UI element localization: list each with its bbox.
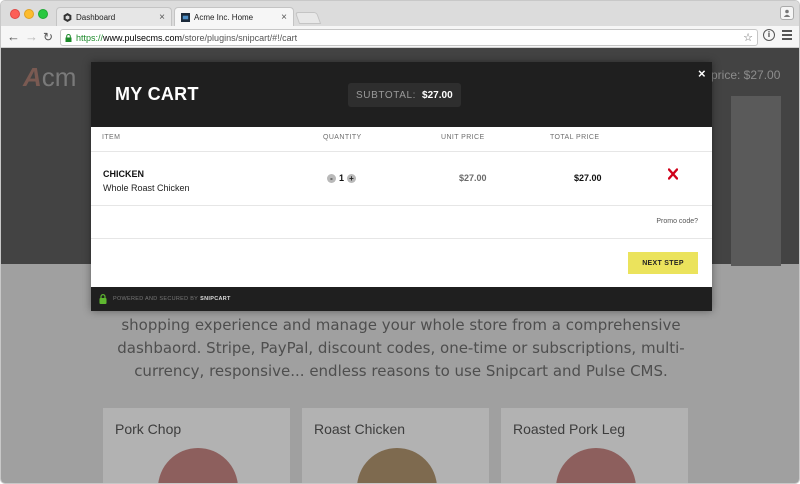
tab-acme-home[interactable]: Acme Inc. Home × (174, 7, 294, 26)
hero-price: price: $27.00 (711, 68, 781, 82)
tab-strip: Dashboard × Acme Inc. Home × (1, 1, 799, 26)
hexagon-icon (63, 12, 72, 22)
new-tab-button[interactable] (294, 12, 322, 24)
next-step-button[interactable]: NEXT STEP (628, 252, 698, 274)
menu-icon[interactable] (782, 30, 792, 42)
snipcart-brand[interactable]: SNIPCART (200, 296, 231, 302)
promo-code-link[interactable]: Promo code? (656, 218, 698, 225)
quantity-value: 1 (339, 173, 345, 183)
roast-chicken-image (357, 448, 437, 483)
column-header-total-price: TOTAL PRICE (550, 134, 600, 141)
reload-icon[interactable]: ↻ (43, 29, 53, 45)
decrease-quantity-button[interactable]: - (327, 173, 336, 183)
quantity-stepper: - 1 + (327, 173, 357, 183)
item-unit-price: $27.00 (459, 173, 487, 183)
item-name: CHICKEN (103, 169, 145, 179)
tab-close-icon[interactable]: × (281, 12, 287, 23)
product-name: Roasted Pork Leg (513, 421, 626, 437)
pork-chop-image (158, 448, 238, 483)
item-description: Whole Roast Chicken (103, 183, 190, 193)
url-path: /store/plugins/snipcart/#!/cart (182, 32, 298, 43)
tab-title: Dashboard (76, 12, 116, 22)
user-icon[interactable] (780, 6, 794, 20)
forward-icon[interactable]: → (25, 29, 38, 45)
item-total-price: $27.00 (574, 173, 602, 183)
column-header-unit-price: UNIT PRICE (441, 134, 485, 141)
store-description: shopping experience and manage your whol… (117, 316, 685, 380)
divider (91, 151, 712, 152)
remove-item-icon[interactable] (668, 168, 678, 180)
url-host: www.pulsecms.com (103, 32, 183, 43)
maximize-window-button[interactable] (38, 9, 48, 19)
divider (91, 205, 712, 206)
cart-title: MY CART (115, 84, 199, 104)
product-card[interactable]: Pork Chop (103, 408, 290, 483)
browser-window: Dashboard × Acme Inc. Home × ← → ↻ https… (0, 0, 800, 484)
close-window-button[interactable] (10, 9, 20, 19)
cart-header: MY CART SUBTOTAL: $27.00 × (91, 62, 712, 127)
url-scheme: https:// (76, 32, 104, 43)
divider (91, 238, 712, 239)
product-name: Roast Chicken (314, 421, 406, 437)
product-name: Pork Chop (115, 421, 182, 437)
column-header-item: ITEM (102, 134, 121, 141)
close-icon[interactable]: × (698, 66, 706, 81)
product-card[interactable]: Roast Chicken (302, 408, 489, 483)
tab-title: Acme Inc. Home (194, 12, 254, 22)
back-icon[interactable]: ← (7, 29, 20, 45)
site-logo[interactable]: Acm (23, 62, 76, 93)
powered-by-text: POWERED AND SECURED BY (113, 296, 199, 302)
increase-quantity-button[interactable]: + (347, 173, 357, 183)
minimize-window-button[interactable] (24, 9, 34, 19)
column-header-quantity: QUANTITY (323, 134, 362, 141)
secure-lock-icon (99, 294, 107, 304)
star-icon[interactable]: ☆ (743, 31, 753, 44)
hero-sidebar-panel (731, 96, 781, 266)
browser-toolbar: ← → ↻ https://www.pulsecms.com/store/plu… (1, 26, 799, 48)
site-favicon-icon (181, 12, 190, 22)
address-bar[interactable]: https://www.pulsecms.com/store/plugins/s… (60, 29, 758, 46)
logo-letter: A (23, 62, 42, 92)
cart-footer: POWERED AND SECURED BY SNIPCART (91, 287, 712, 311)
lock-icon (65, 33, 72, 42)
person-icon (783, 9, 791, 17)
logo-rest: cm (41, 62, 77, 92)
tab-close-icon[interactable]: × (159, 12, 165, 23)
info-icon[interactable]: i (763, 29, 775, 41)
subtotal-value: $27.00 (422, 89, 453, 101)
subtotal-label: SUBTOTAL: (356, 89, 417, 101)
tab-dashboard[interactable]: Dashboard × (56, 7, 172, 26)
cart-modal: MY CART SUBTOTAL: $27.00 × ITEM QUANTITY… (91, 62, 712, 311)
pork-leg-image (556, 448, 636, 483)
subtotal-badge: SUBTOTAL: $27.00 (348, 83, 461, 107)
product-card[interactable]: Roasted Pork Leg (501, 408, 688, 483)
